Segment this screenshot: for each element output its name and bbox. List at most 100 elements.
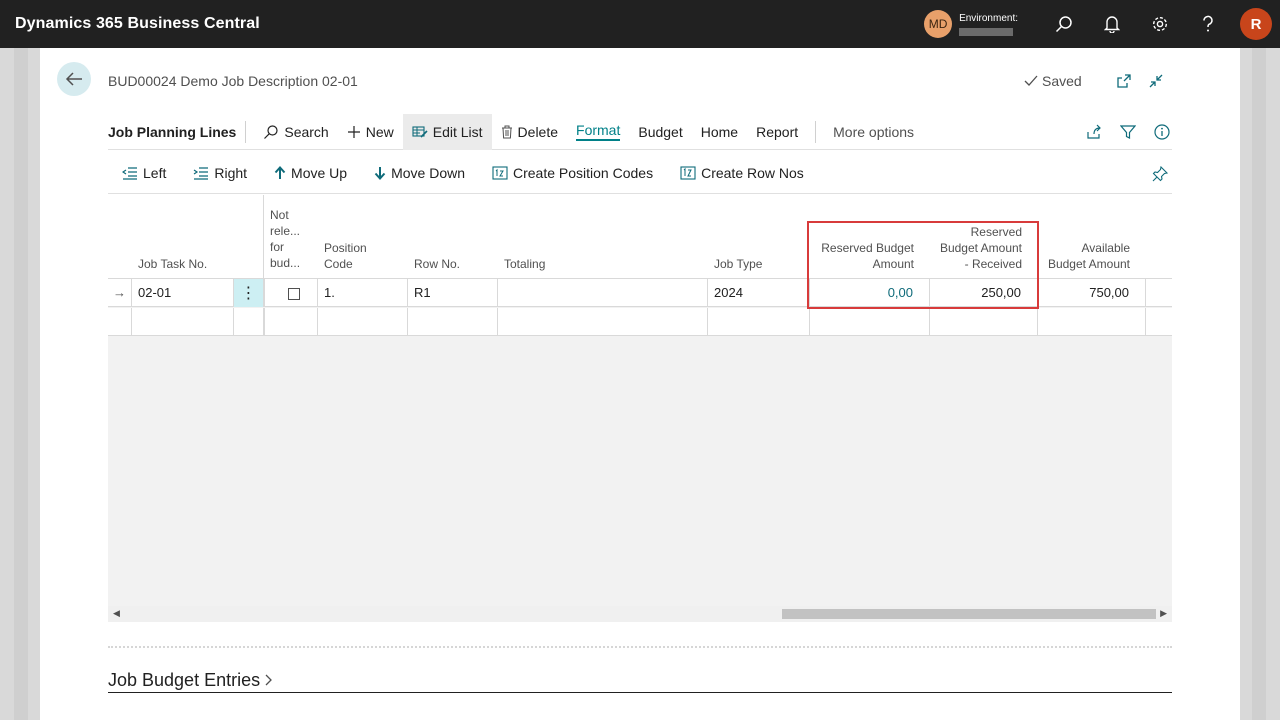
pin-icon[interactable] <box>1150 164 1170 184</box>
col-reserved-line1: Reserved Budget <box>821 241 914 255</box>
cell-empty[interactable] <box>264 308 318 336</box>
trash-icon <box>501 125 512 138</box>
create-row-nos-button[interactable]: Create Row Nos <box>666 152 817 194</box>
plus-icon <box>347 125 360 138</box>
delete-button[interactable]: Delete <box>492 114 567 150</box>
col-job-type-label: Job Type <box>714 257 763 271</box>
action-separator <box>815 120 817 143</box>
not-released-checkbox[interactable] <box>288 287 300 300</box>
col-job-type[interactable]: Job Type <box>708 195 810 279</box>
row-numbering-icon <box>680 165 696 180</box>
new-label: New <box>365 123 394 140</box>
cell-not-released[interactable] <box>264 279 318 307</box>
col-not-released-line2: rele... <box>270 224 301 238</box>
cell-reserved-budget-amount[interactable]: 0,00 <box>810 279 930 307</box>
tab-budget[interactable]: Budget <box>629 114 691 150</box>
gear-icon[interactable] <box>1136 0 1184 48</box>
report-label: Report <box>756 123 799 140</box>
more-options-button[interactable]: More options <box>824 114 923 150</box>
help-icon[interactable] <box>1184 0 1232 48</box>
col-position-code[interactable]: Position Code <box>318 195 408 279</box>
tab-format[interactable]: Format <box>567 114 629 150</box>
cell-empty[interactable] <box>930 308 1038 336</box>
section-divider <box>108 646 1172 648</box>
header-divider <box>263 195 264 279</box>
app-bar: Dynamics 365 Business Central MD Environ… <box>0 0 1280 48</box>
col-not-released-line3: for <box>270 240 285 254</box>
move-up-button[interactable]: Move Up <box>260 152 360 194</box>
cell-empty[interactable] <box>318 308 408 336</box>
cell-empty[interactable] <box>708 308 810 336</box>
search-icon <box>264 124 278 139</box>
indent-right-button[interactable]: Right <box>179 152 260 194</box>
col-not-released[interactable]: Not rele... for bud... <box>264 195 318 279</box>
environment-indicator[interactable]: Environment: <box>959 13 1018 36</box>
col-available-line1: Available <box>1081 241 1130 255</box>
app-title[interactable]: Dynamics 365 Business Central <box>15 15 260 33</box>
cell-row-no[interactable]: R1 <box>408 279 498 307</box>
scrollbar-thumb[interactable] <box>782 609 1156 619</box>
open-new-window-icon[interactable] <box>1114 71 1134 91</box>
cell-available-budget-amount[interactable]: 750,00 <box>1038 279 1146 307</box>
move-up-label: Move Up <box>291 164 348 181</box>
col-row-no[interactable]: Row No. <box>408 195 498 279</box>
cell-position-code[interactable]: 1. <box>318 279 408 307</box>
search-button[interactable]: Search <box>254 114 337 150</box>
col-available-budget-amount[interactable]: Available Budget Amount <box>1038 195 1146 279</box>
numbering-icon <box>492 165 508 180</box>
table-row[interactable]: → 02-01 ⋮ 1. R1 2024 0,00 250,00 750,00 <box>108 279 1172 307</box>
bell-icon[interactable] <box>1088 0 1136 48</box>
indent-icon <box>194 166 209 180</box>
info-icon[interactable] <box>1152 122 1172 142</box>
arrow-down-icon <box>374 166 386 180</box>
right-label: Right <box>214 164 248 181</box>
col-position-code-line1: Position <box>324 241 367 255</box>
share-icon[interactable] <box>1084 122 1104 142</box>
create-position-codes-label: Create Position Codes <box>513 164 654 181</box>
cell-totaling[interactable] <box>498 279 708 307</box>
filter-icon[interactable] <box>1118 122 1138 142</box>
tab-home[interactable]: Home <box>692 114 747 150</box>
tab-report[interactable]: Report <box>747 114 807 150</box>
collapse-icon[interactable] <box>1146 71 1166 91</box>
cell-empty[interactable] <box>498 308 708 336</box>
move-down-button[interactable]: Move Down <box>360 152 478 194</box>
cell-empty[interactable] <box>132 308 234 336</box>
cell-empty[interactable] <box>810 308 930 336</box>
save-status: Saved <box>1024 73 1082 89</box>
profile-avatar[interactable]: R <box>1240 8 1272 40</box>
cell-reserved-received[interactable]: 250,00 <box>930 279 1038 307</box>
arrow-up-icon <box>274 165 286 179</box>
right-gutter <box>1240 48 1280 720</box>
indent-left-button[interactable]: Left <box>108 152 179 194</box>
create-position-codes-button[interactable]: Create Position Codes <box>478 152 666 194</box>
scroll-right-icon[interactable]: ▶ <box>1160 608 1167 619</box>
scroll-left-icon[interactable]: ◀ <box>113 608 120 619</box>
edit-list-button[interactable]: Edit List <box>402 113 492 150</box>
part-caption: Job Planning Lines <box>108 120 247 143</box>
col-job-task-no[interactable]: Job Task No. <box>132 195 234 279</box>
edit-list-label: Edit List <box>432 123 483 140</box>
col-reserved-budget-amount[interactable]: Reserved Budget Amount <box>810 195 930 279</box>
cell-job-type[interactable]: 2024 <box>708 279 810 307</box>
search-icon[interactable] <box>1040 0 1088 48</box>
environment-label: Environment: <box>959 12 1018 24</box>
environment-name-redacted <box>959 27 1014 36</box>
back-button[interactable] <box>57 62 91 96</box>
col-received-line1: Reserved <box>970 225 1022 239</box>
search-label: Search <box>284 123 329 140</box>
job-budget-entries-section[interactable]: Job Budget Entries <box>108 668 1172 693</box>
new-button[interactable]: New <box>338 114 403 150</box>
col-received-line3: - Received <box>964 257 1022 271</box>
user-avatar[interactable]: MD <box>924 10 953 38</box>
budget-label: Budget <box>638 123 683 140</box>
cell-job-task-no[interactable]: 02-01 <box>132 279 234 307</box>
horizontal-scrollbar[interactable]: ◀ ▶ <box>108 606 1172 622</box>
col-totaling[interactable]: Totaling <box>498 195 708 279</box>
col-reserved-received[interactable]: Reserved Budget Amount - Received <box>930 195 1038 279</box>
cell-empty[interactable] <box>408 308 498 336</box>
row-indicator-icon: → <box>108 279 132 307</box>
cell-empty[interactable] <box>1038 308 1146 336</box>
table-row-empty[interactable] <box>108 308 1172 336</box>
row-actions-button[interactable]: ⋮ <box>234 279 264 307</box>
